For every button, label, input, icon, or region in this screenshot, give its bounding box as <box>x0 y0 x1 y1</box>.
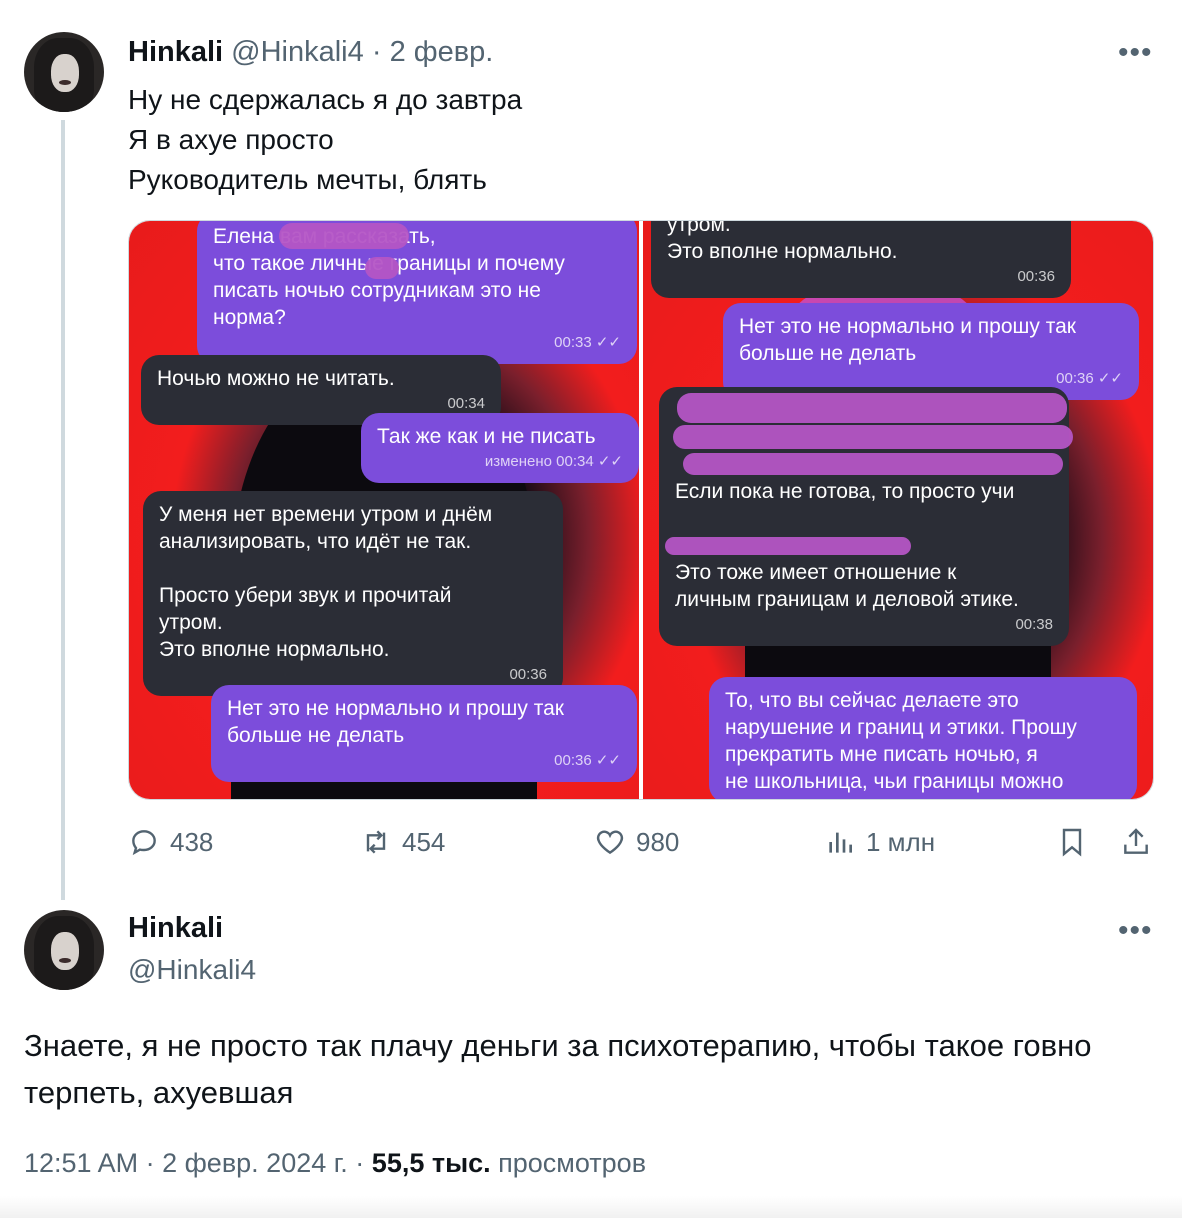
share-button[interactable] <box>1120 826 1152 858</box>
chat-bubble-outgoing: Нет это не нормально и прошу так больше н… <box>211 685 637 782</box>
chat-line: То, что вы сейчас делаете это <box>725 689 1019 712</box>
bookmark-icon <box>1062 828 1082 857</box>
chat-line: Это тоже имеет отношение к <box>675 561 957 584</box>
chat-bubble-outgoing: То, что вы сейчас делаете это нарушение и… <box>709 677 1137 799</box>
reply-icon <box>132 830 156 856</box>
avatar[interactable] <box>24 32 104 112</box>
redaction-scribble <box>673 425 1073 449</box>
tweet-header: Hinkali @Hinkali4 · 2 февр. <box>128 36 493 69</box>
tweet-actions: 438 454 980 1 млн <box>128 826 1158 866</box>
chat-line: утром. <box>667 221 731 236</box>
chat-line: писать ночью сотрудникам это не <box>213 279 541 302</box>
chat-line: личным границам и деловой этике. <box>675 588 1019 611</box>
tweet-meta: 12:51 AM · 2 февр. 2024 г. · 55,5 тыс. п… <box>24 1148 646 1179</box>
author-handle[interactable]: @Hinkali4 <box>231 36 364 68</box>
reply-count: 438 <box>170 826 214 857</box>
chat-line: больше не делать <box>739 342 917 365</box>
author-name[interactable]: Hinkali <box>128 912 223 945</box>
chat-timestamp: 00:38 <box>1015 616 1053 633</box>
chat-line: Если пока не готова, то просто учи <box>675 480 1015 503</box>
author-name[interactable]: Hinkali <box>128 36 223 68</box>
chat-line: У меня нет времени утром и днём <box>159 503 493 526</box>
share-icon <box>1124 828 1148 854</box>
chat-timestamp: 00:36 ✓✓ <box>554 752 621 769</box>
analytics-icon <box>829 832 852 853</box>
bookmark-button[interactable] <box>1056 826 1088 858</box>
chat-line: Елена вам рассказать, <box>213 225 436 248</box>
views-label: просмотров <box>490 1148 647 1178</box>
redaction-scribble <box>677 393 1067 423</box>
tweet-timestamp[interactable]: 12:51 AM · 2 февр. 2024 г. · <box>24 1148 372 1178</box>
views-count: 1 млн <box>866 826 936 857</box>
chat-line: норма? <box>213 306 286 329</box>
chat-line: что такое личные границы и почему <box>213 252 565 275</box>
tweet-date[interactable]: 2 февр. <box>390 36 494 68</box>
repost-icon <box>366 830 386 854</box>
chat-line <box>159 555 547 582</box>
repost-button[interactable]: 454 <box>360 826 445 858</box>
tweet-media[interactable]: Елена вам рассказать, что такое личные гр… <box>128 220 1154 800</box>
chat-bubble-incoming: У меня нет времени утром и днём анализиро… <box>143 491 563 696</box>
like-button[interactable]: 980 <box>594 826 679 858</box>
tweet-line: Ну не сдержалась я до завтра <box>128 84 523 115</box>
avatar[interactable] <box>24 910 104 990</box>
bottom-edge <box>0 1196 1182 1218</box>
chat-line: Ночью можно не читать. <box>157 367 395 390</box>
author-handle[interactable]: @Hinkali4 <box>128 954 256 986</box>
more-options-icon[interactable]: ••• <box>1118 36 1153 70</box>
chat-line: не школьница, чьи границы можно <box>725 770 1064 793</box>
chat-line: Это вполне нормально. <box>159 638 390 661</box>
heart-icon <box>596 830 624 855</box>
views-count: 55,5 тыс. <box>371 1148 491 1178</box>
chat-timestamp: 00:33 ✓✓ <box>554 334 621 351</box>
reply-button[interactable]: 438 <box>128 826 213 858</box>
chat-line <box>675 505 1053 532</box>
chat-bubble-outgoing: Елена вам рассказать, что такое личные гр… <box>197 221 637 364</box>
tweet-line: Руководитель мечты, блять <box>128 164 487 195</box>
separator-dot: · <box>371 36 382 68</box>
chat-line: Нет это не нормально и прошу так <box>227 697 564 720</box>
chat-line: анализировать, что идёт не так. <box>159 530 472 553</box>
avatar-face <box>51 54 79 92</box>
chat-line: нарушение и границ и этики. Прошу <box>725 716 1077 739</box>
media-image-left[interactable]: Елена вам рассказать, что такое личные гр… <box>129 221 639 799</box>
chat-bubble-outgoing: Так же как и не писать изменено 00:34 ✓✓ <box>361 413 639 483</box>
chat-line: больше не делать <box>227 724 405 747</box>
avatar-lips <box>59 958 71 963</box>
chat-timestamp: изменено 00:34 ✓✓ <box>484 453 623 470</box>
chat-timestamp: 00:36 <box>509 666 547 683</box>
chat-line: Так же как и не писать <box>377 425 596 448</box>
chat-bubble-outgoing: Нет это не нормально и прошу так больше н… <box>723 303 1139 400</box>
thread-line <box>61 120 65 900</box>
chat-line: утром. <box>159 611 223 634</box>
tweet-text: Знаете, я не просто так плачу деньги за … <box>24 1028 1092 1110</box>
redaction-scribble <box>365 257 399 279</box>
chat-line: прекратить мне писать ночью, я <box>725 743 1038 766</box>
views-button[interactable]: 1 млн <box>824 826 935 858</box>
chat-bubble-incoming: утром. Это вполне нормально. 00:36 <box>651 221 1071 298</box>
redaction-scribble <box>279 223 409 249</box>
more-options-icon[interactable]: ••• <box>1118 914 1153 948</box>
chat-timestamp: 00:36 <box>1017 268 1055 285</box>
chat-line: Нет это не нормально и прошу так <box>739 315 1076 338</box>
avatar-face <box>51 932 79 970</box>
redaction-scribble <box>665 537 911 555</box>
media-image-right[interactable]: утром. Это вполне нормально. 00:36 Нет это … <box>643 221 1153 799</box>
chat-line: Это вполне нормально. <box>667 240 898 263</box>
repost-count: 454 <box>402 826 446 857</box>
like-count: 980 <box>636 826 680 857</box>
avatar-lips <box>59 80 71 85</box>
tweet-text: Ну не сдержалась я до завтра Я в ахуе пр… <box>128 80 522 200</box>
redaction-scribble <box>683 453 1063 475</box>
tweet-line: Я в ахуе просто <box>128 124 334 155</box>
chat-line: Просто убери звук и прочитай <box>159 584 452 607</box>
